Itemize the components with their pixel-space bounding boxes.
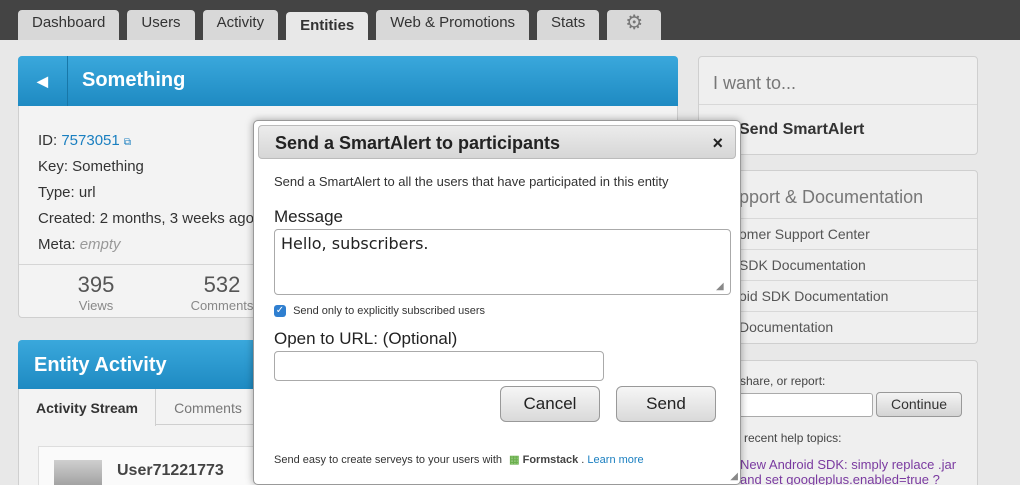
entity-id-link[interactable]: 7573051 — [61, 132, 119, 149]
help-topic-link[interactable]: New Android SDK: simply replace .jar and… — [740, 457, 956, 485]
id-label: ID: — [38, 132, 58, 149]
url-input[interactable] — [274, 351, 604, 381]
tab-entities[interactable]: Entities — [286, 12, 369, 40]
stat-views: 395 Views — [46, 272, 146, 313]
subscribed-only-label: Send only to explicitly subscribed users — [293, 305, 486, 318]
modal-resize-icon[interactable]: ◢ — [730, 471, 738, 482]
activity-user[interactable]: User71221773 — [117, 462, 224, 480]
recent-topics-label: e recent help topics: — [734, 431, 842, 445]
gear-icon: ⚙ — [625, 12, 644, 34]
report-label: share, or report: — [740, 374, 826, 388]
chevron-left-icon: ◀ — [37, 73, 48, 89]
tab-comments[interactable]: Comments — [160, 389, 256, 425]
cancel-button[interactable]: Cancel — [500, 386, 600, 422]
tab-users[interactable]: Users — [127, 10, 195, 40]
entity-id-row: ID: 7573051 ⧉ — [38, 132, 131, 149]
subscribed-only-row: ✓ Send only to explicitly subscribed use… — [274, 305, 486, 318]
resize-handle-icon[interactable]: ◢ — [716, 281, 724, 292]
tab-activity[interactable]: Activity — [202, 10, 279, 40]
meta-label: Meta: — [38, 236, 76, 253]
i-want-to-title: I want to... — [699, 57, 977, 105]
tab-stats[interactable]: Stats — [537, 10, 600, 40]
entity-key: Key: Something — [38, 158, 144, 175]
tab-dashboard[interactable]: Dashboard — [18, 10, 120, 40]
smartalert-modal: Send a SmartAlert to participants × Send… — [253, 120, 741, 485]
entity-header: ◀ Something — [18, 56, 678, 106]
views-label: Views — [78, 298, 114, 313]
settings-tab[interactable]: ⚙ — [607, 10, 662, 40]
continue-button[interactable]: Continue — [876, 392, 962, 417]
main-nav: Dashboard Users Activity Entities Web & … — [18, 8, 669, 40]
report-input[interactable] — [730, 393, 873, 417]
entity-type: Type: url — [38, 184, 96, 201]
learn-more-link[interactable]: Learn more — [587, 454, 643, 466]
entity-created: Created: 2 months, 3 weeks ago — [38, 210, 254, 227]
footer-dot: . — [581, 454, 585, 466]
meta-value: empty — [79, 236, 121, 253]
close-icon[interactable]: × — [712, 126, 723, 160]
modal-description: Send a SmartAlert to all the users that … — [274, 174, 669, 189]
subscribed-only-checkbox[interactable]: ✓ — [274, 305, 286, 318]
formstack-icon: ▦ — [509, 454, 520, 466]
topic-line-2: and set googleplus.enabled=true ? — [740, 472, 940, 485]
send-button[interactable]: Send — [616, 386, 716, 422]
entity-meta: Meta: empty — [38, 236, 121, 253]
formstack-label: Formstack — [522, 454, 579, 466]
message-label: Message — [274, 207, 343, 226]
formstack-logo[interactable]: ▦ Formstack — [509, 454, 578, 466]
back-button[interactable]: ◀ — [18, 56, 68, 106]
topic-line-1: New Android SDK: simply replace .jar — [740, 457, 957, 472]
modal-title-bar: Send a SmartAlert to participants × — [258, 125, 736, 159]
entity-title: Something — [82, 69, 186, 91]
footer-text: Send easy to create serveys to your user… — [274, 454, 503, 466]
views-count: 395 — [77, 272, 115, 297]
copy-icon[interactable]: ⧉ — [124, 137, 131, 148]
tab-activity-stream[interactable]: Activity Stream — [19, 389, 156, 426]
url-label: Open to URL: (Optional) — [274, 329, 458, 348]
avatar[interactable] — [54, 460, 102, 485]
message-field[interactable] — [274, 229, 731, 295]
tab-web-promotions[interactable]: Web & Promotions — [376, 10, 530, 40]
activity-title: Entity Activity — [34, 354, 167, 376]
modal-title: Send a SmartAlert to participants — [275, 133, 561, 153]
modal-footer: Send easy to create serveys to your user… — [274, 453, 644, 466]
